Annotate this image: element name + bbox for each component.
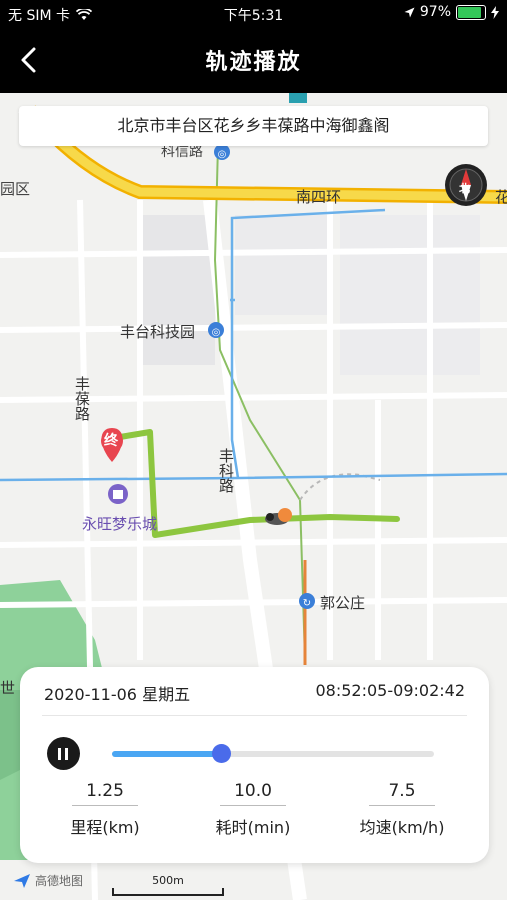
mall-icon <box>108 484 128 504</box>
stat-speed-value: 7.5 <box>369 781 435 806</box>
stat-duration-label: 耗时(min) <box>215 818 291 837</box>
navigation-bar: 轨迹播放 <box>0 27 507 93</box>
map-block <box>235 215 330 315</box>
map-scale-label: 500m <box>152 874 184 887</box>
svg-text:◎: ◎ <box>218 149 227 160</box>
location-arrow-icon <box>404 7 415 17</box>
playback-panel: 2020-11-06 星期五 08:52:05-09:02:42 1.25 里程… <box>20 667 489 863</box>
playback-slider[interactable] <box>112 744 434 763</box>
track-time-range: 08:52:05-09:02:42 <box>315 681 466 700</box>
pause-button[interactable] <box>47 737 80 770</box>
map-label-road: 丰科路 <box>217 448 235 493</box>
map-brand-text: 高德地图 <box>35 874 84 888</box>
stat-duration: 10.0 耗时(min) <box>198 781 308 838</box>
panel-divider <box>42 715 467 716</box>
map-block <box>340 215 480 375</box>
svg-text:◎: ◎ <box>212 327 221 338</box>
map-block <box>140 215 215 365</box>
svg-text:↻: ↻ <box>303 598 311 609</box>
map-scale-bar <box>112 888 224 896</box>
battery-icon <box>456 4 486 20</box>
stat-duration-value: 10.0 <box>220 781 286 806</box>
map-label-road: 丰葆路 <box>73 376 91 421</box>
map-label-poi: 永旺梦乐城 <box>82 515 158 533</box>
charging-icon <box>491 5 499 19</box>
map-label-district: 园区 <box>0 180 31 198</box>
battery-percent: 97% <box>419 4 451 20</box>
route-trace <box>117 429 400 538</box>
stat-distance-label: 里程(km) <box>70 818 140 837</box>
poi-icon <box>289 93 307 103</box>
stat-distance: 1.25 里程(km) <box>50 781 160 838</box>
track-date: 2020-11-06 星期五 <box>44 685 191 704</box>
compass-label: 北 <box>459 182 470 195</box>
address-bar: 北京市丰台区花乡乡丰葆路中海御鑫阁 <box>19 106 488 146</box>
map-scale: 500m <box>112 874 224 896</box>
map-label-station: 郭公庄 <box>320 594 366 612</box>
rider-icon <box>265 508 292 525</box>
gaode-logo-icon <box>14 873 30 888</box>
slider-fill <box>112 751 222 757</box>
page-title: 轨迹播放 <box>205 50 302 75</box>
map-label-station: 丰台科技园 <box>120 323 196 341</box>
map-label-partial: 世 <box>0 679 16 697</box>
stat-speed: 7.5 均速(km/h) <box>347 781 457 838</box>
end-marker-label: 终 <box>104 433 118 449</box>
map-label-hua: 花 <box>495 188 507 206</box>
status-bar: 无 SIM 卡 下午5:31 97% <box>0 0 507 27</box>
metro-station-icon: ◎ <box>214 144 230 160</box>
metro-station-icon: ◎ <box>208 322 224 338</box>
compass-button[interactable]: 北 <box>444 163 488 207</box>
metro-station-icon: ↻ <box>299 593 315 609</box>
stat-speed-label: 均速(km/h) <box>359 818 445 837</box>
slider-thumb[interactable] <box>212 744 232 763</box>
map-brand: 高德地图 <box>13 872 83 889</box>
stat-distance-value: 1.25 <box>72 781 138 806</box>
map-label-ring-road: 南四环 <box>296 188 342 206</box>
